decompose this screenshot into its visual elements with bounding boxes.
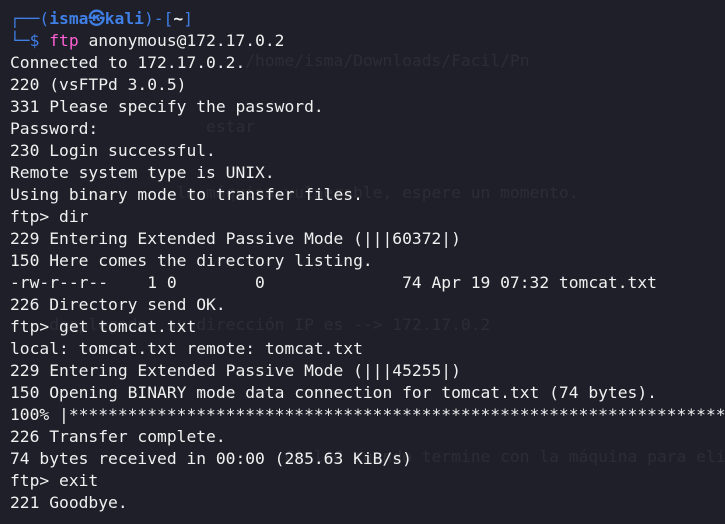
terminal-window[interactable]: /home/isma/Downloads/Facil/Pn estar la m… — [0, 0, 725, 524]
output-line: 331 Please specify the password. — [10, 97, 324, 116]
prompt-user: isma — [49, 9, 89, 28]
output-line: 229 Entering Extended Passive Mode (|||6… — [10, 229, 461, 248]
prompt-open: ┌──( — [10, 9, 50, 28]
output-line: 150 Opening BINARY mode data connection … — [10, 383, 657, 402]
output-line: 226 Transfer complete. — [10, 427, 226, 446]
output-line: 221 Goodbye. — [10, 493, 128, 512]
output-line: local: tomcat.txt remote: tomcat.txt — [10, 339, 363, 358]
output-line: 229 Entering Extended Passive Mode (|||4… — [10, 361, 461, 380]
prompt-close: ] — [183, 9, 193, 28]
output-line: ftp> get tomcat.txt — [10, 317, 197, 336]
prompt-corner: └─ — [10, 31, 30, 50]
command-argument: anonymous@172.17.0.2 — [78, 31, 285, 50]
command-name: ftp — [49, 31, 79, 50]
output-line: 150 Here comes the directory listing. — [10, 251, 373, 270]
output-line: Using binary mode to transfer files. — [10, 185, 363, 204]
prompt-command-line: └─$ ftp anonymous@172.17.0.2 — [0, 30, 725, 52]
output-line: 74 bytes received in 00:00 (285.63 KiB/s… — [10, 449, 412, 468]
output-line: Password: — [10, 119, 99, 138]
output-line: ftp> exit — [10, 471, 99, 490]
prompt-dollar: $ — [29, 31, 50, 50]
output-line: ftp> dir — [10, 207, 89, 226]
output-line: Connected to 172.17.0.2. — [10, 53, 246, 72]
output-line: -rw-r--r-- 1 0 0 74 Apr 19 07:32 tomcat.… — [10, 273, 657, 292]
prompt-host: kali — [104, 9, 144, 28]
prompt-at-symbol: ㉿ — [88, 9, 105, 28]
terminal-output[interactable]: ┌──(isma㉿kali)-[~] └─$ ftp anonymous@172… — [0, 8, 725, 514]
output-line: 220 (vsFTPd 3.0.5) — [10, 75, 187, 94]
prompt-header-line: ┌──(isma㉿kali)-[~] — [0, 8, 725, 30]
output-line: 100% |**********************************… — [10, 405, 725, 424]
output-line: Remote system type is UNIX. — [10, 163, 275, 182]
prompt-path: ~ — [173, 9, 184, 28]
output-line: 230 Login successful. — [10, 141, 216, 160]
output-line: 226 Directory send OK. — [10, 295, 226, 314]
prompt-mid: )-[ — [143, 9, 174, 28]
